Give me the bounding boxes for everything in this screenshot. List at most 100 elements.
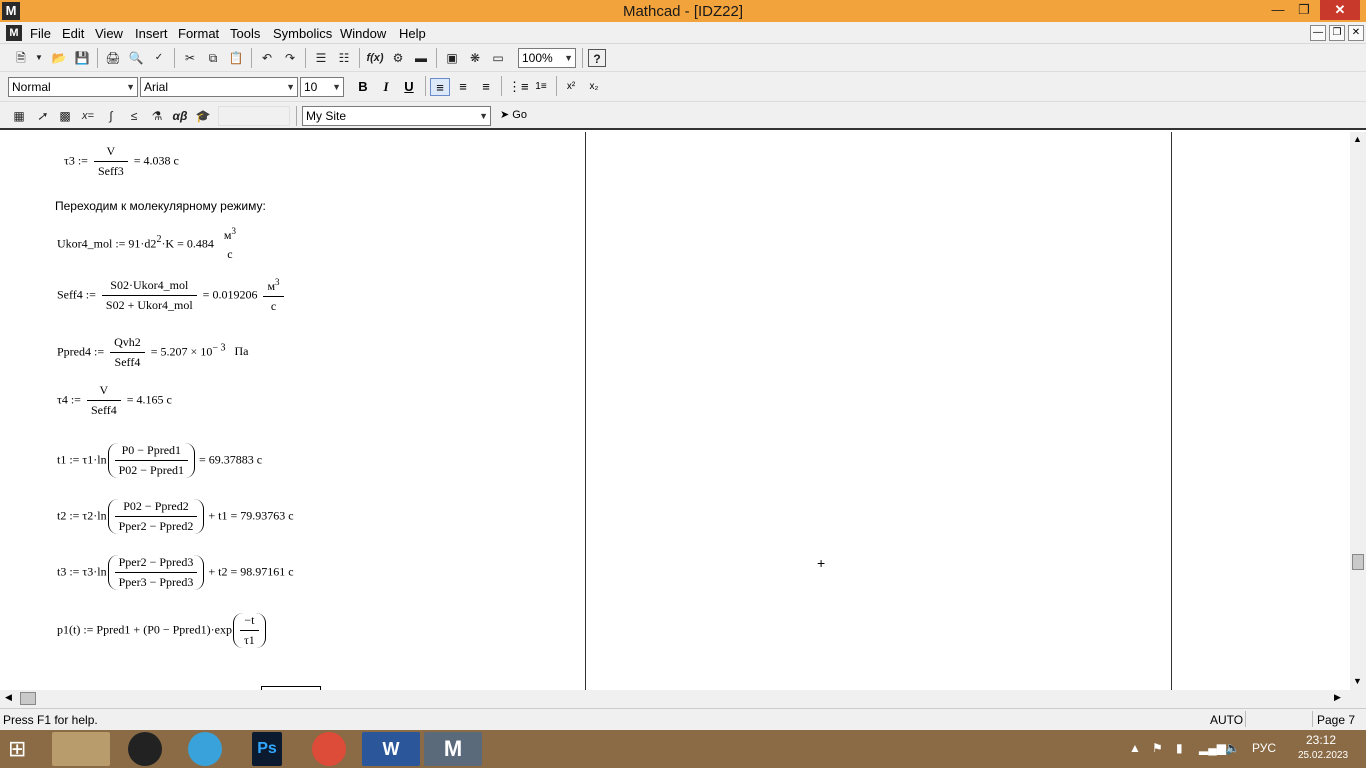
math-region-ukor4[interactable]: Ukor4_mol := 91·d22·K = 0.484 м3 c [57, 226, 243, 262]
align-right-icon[interactable]: ≡ [476, 78, 496, 96]
tray-network-icon[interactable]: ▂▄▆ [1199, 741, 1226, 755]
menu-view[interactable]: View [95, 26, 123, 41]
go-button[interactable]: ➤ Go [500, 108, 527, 121]
minimize-button[interactable]: — [1264, 0, 1292, 20]
menu-edit[interactable]: Edit [62, 26, 84, 41]
save-icon[interactable]: 💾 [73, 49, 91, 67]
menu-file[interactable]: File [30, 26, 51, 41]
insert-unit-icon[interactable]: ⚙ [389, 49, 407, 67]
cut-icon[interactable]: ✂ [181, 49, 199, 67]
font-select[interactable]: Arial ▼ [140, 77, 298, 97]
symbolic-toolbar-icon[interactable]: 🎓 [194, 107, 212, 125]
style-select[interactable]: Normal ▼ [8, 77, 138, 97]
bullets-icon[interactable]: ⋮≡ [508, 78, 529, 96]
worksheet[interactable]: τ3 := V Seff3 = 4.038 c Переходим к молек… [0, 132, 1350, 690]
numbering-icon[interactable]: 1≡ [531, 78, 551, 96]
menu-help[interactable]: Help [399, 26, 426, 41]
tray-volume-icon[interactable]: 🔈 [1225, 741, 1240, 755]
insert-function-icon[interactable]: f(x) [366, 49, 384, 67]
doc-minimize-button[interactable]: — [1310, 25, 1326, 41]
bold-button[interactable]: B [353, 78, 373, 96]
go-arrow-icon: ➤ [500, 109, 510, 121]
open-icon[interactable]: 📂 [50, 49, 68, 67]
subscript-icon[interactable]: x₂ [584, 78, 604, 96]
spell-check-icon[interactable]: ✓ [150, 49, 168, 67]
matrix-toolbar-icon[interactable]: ▩ [56, 107, 74, 125]
scroll-right-icon[interactable]: ▶ [1334, 692, 1341, 703]
horizontal-scrollbar[interactable]: ◀ ▶ [0, 690, 1366, 708]
print-preview-icon[interactable]: 🔍 [127, 49, 145, 67]
new-dropdown-icon[interactable]: ▼ [30, 49, 48, 67]
paste-icon[interactable]: 📋 [227, 49, 245, 67]
text-region-heading[interactable]: Переходим к молекулярному режиму: [55, 199, 266, 213]
vertical-scroll-thumb[interactable] [1352, 554, 1364, 570]
italic-button[interactable]: I [376, 78, 396, 96]
boolean-toolbar-icon[interactable]: ≤ [125, 107, 143, 125]
math-region-t2[interactable]: t2 := τ2·ln P02 − Ppred2 Pper2 − Ppred2 + … [57, 499, 294, 534]
menu-format[interactable]: Format [178, 26, 219, 41]
math-region-ppred4[interactable]: Ppred4 := Qvh2 Seff4 = 5.207 × 10− 3 Па [57, 335, 248, 370]
calculator-toolbar-icon[interactable]: ▦ [10, 107, 28, 125]
zoom-select[interactable]: 100% ▼ [518, 48, 576, 68]
clock-date[interactable]: 25.02.2023 [1298, 750, 1348, 761]
word-icon[interactable]: W [362, 732, 420, 766]
math-region-p1[interactable]: p1(t) := Ppred1 + (P0 − Ppred1)·exp −t τ1 [57, 613, 267, 648]
new-icon[interactable]: 🗎 [12, 49, 30, 67]
scroll-down-icon[interactable]: ▼ [1353, 676, 1362, 686]
menu-symbolics[interactable]: Symbolics [273, 26, 332, 41]
telegram-icon[interactable] [188, 732, 222, 766]
math-region-tau4[interactable]: τ4 := V Seff4 = 4.165 c [57, 383, 172, 418]
windows-start-icon[interactable]: ⊞ [8, 736, 38, 762]
chrome-icon[interactable] [312, 732, 346, 766]
scroll-up-icon[interactable]: ▲ [1353, 134, 1362, 144]
align-across-icon[interactable]: ☰ [312, 49, 330, 67]
redo-icon[interactable]: ↷ [281, 49, 299, 67]
menu-tools[interactable]: Tools [230, 26, 260, 41]
superscript-icon[interactable]: x² [561, 78, 581, 96]
scroll-left-icon[interactable]: ◀ [5, 692, 12, 703]
page-break-line [1171, 132, 1172, 690]
undo-icon[interactable]: ↶ [258, 49, 276, 67]
math-region-tau3[interactable]: τ3 := V Seff3 = 4.038 c [64, 144, 179, 179]
horizontal-scroll-thumb[interactable] [20, 692, 36, 705]
close-button[interactable]: ✕ [1320, 0, 1360, 20]
resource-select[interactable]: My Site ▼ [302, 106, 491, 126]
doc-restore-button[interactable]: ❐ [1329, 25, 1345, 41]
document-icon[interactable]: M [6, 25, 22, 41]
calculate-icon[interactable]: ▬ [412, 49, 430, 67]
tray-flag-icon[interactable]: ⚑ [1152, 741, 1163, 755]
menu-insert[interactable]: Insert [135, 26, 168, 41]
programming-toolbar-icon[interactable]: ⚗ [148, 107, 166, 125]
vertical-scrollbar[interactable]: ▲ ▼ [1350, 132, 1366, 690]
print-icon[interactable]: 🖨 [104, 49, 122, 67]
insert-region-icon[interactable]: ▭ [489, 49, 507, 67]
help-icon[interactable]: ? [588, 49, 606, 67]
mathcad-taskbar-icon[interactable]: M [424, 732, 482, 766]
underline-button[interactable]: U [399, 78, 419, 96]
menu-window[interactable]: Window [340, 26, 386, 41]
doc-close-button[interactable]: ✕ [1348, 25, 1364, 41]
math-region-seff4[interactable]: Seff4 := S02·Ukor4_mol S02 + Ukor4_mol = … [57, 277, 287, 314]
photoshop-icon[interactable]: Ps [252, 732, 282, 766]
align-left-icon[interactable]: ≡ [430, 78, 450, 96]
language-indicator[interactable]: РУС [1252, 741, 1276, 755]
greek-toolbar-icon[interactable]: αβ [171, 107, 189, 125]
insert-component-icon[interactable]: ▣ [443, 49, 461, 67]
parentheses: P0 − Ppred1 P02 − Ppred1 [107, 443, 196, 478]
restore-button[interactable]: ❐ [1290, 0, 1318, 20]
tray-up-arrow-icon[interactable]: ▲ [1129, 741, 1141, 755]
tray-battery-icon[interactable]: ▮ [1176, 741, 1183, 755]
messenger-app-icon[interactable] [128, 732, 162, 766]
clock-time[interactable]: 23:12 [1306, 733, 1336, 747]
align-center-icon[interactable]: ≡ [453, 78, 473, 96]
evaluation-toolbar-icon[interactable]: x= [79, 107, 97, 125]
copy-icon[interactable]: ⧉ [204, 49, 222, 67]
graph-toolbar-icon[interactable]: ➚ [33, 107, 51, 125]
resources-icon[interactable]: ❋ [466, 49, 484, 67]
math-region-t3[interactable]: t3 := τ3·ln Pper2 − Ppred3 Pper3 − Ppred3 … [57, 555, 294, 590]
font-size-select[interactable]: 10 ▼ [300, 77, 344, 97]
math-region-t1[interactable]: t1 := τ1·ln P0 − Ppred1 P02 − Ppred1 = 69.… [57, 443, 262, 478]
calculus-toolbar-icon[interactable]: ∫ [102, 107, 120, 125]
file-explorer-icon[interactable] [52, 732, 110, 766]
align-down-icon[interactable]: ☷ [335, 49, 353, 67]
